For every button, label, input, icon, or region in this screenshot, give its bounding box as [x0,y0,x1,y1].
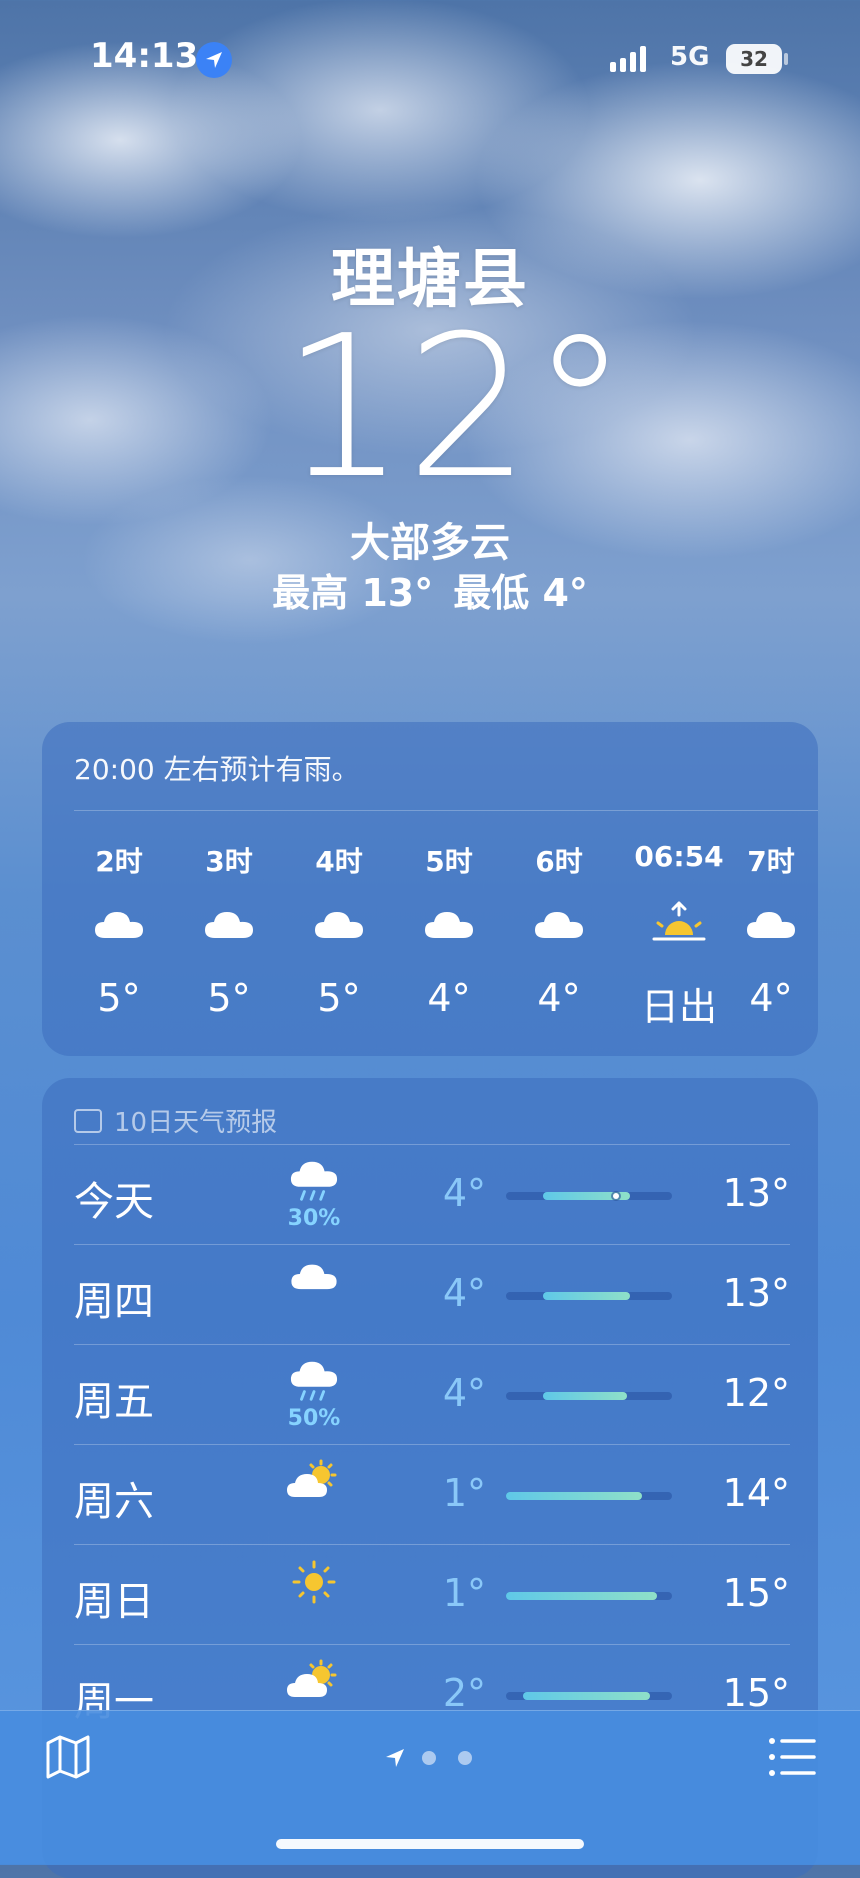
daily-row[interactable]: 今天 30% 4° 13° [74,1144,790,1245]
divider [74,810,818,811]
high-temp: 12° [722,1371,790,1415]
current-temp-dot [612,1193,619,1199]
hour-label: 6时 [535,845,583,878]
hour-temp: 4° [537,976,581,1020]
daily-title: 10日天气预报 [114,1108,278,1138]
daily-row[interactable]: 周五 50% 4° 12° [74,1344,790,1445]
daily-row[interactable]: 周六 1° 14° [74,1444,790,1545]
temp-range-fill [522,1692,651,1700]
page-dot [458,1751,472,1765]
hour-temp: 5° [317,976,361,1020]
temp-range-fill [542,1292,631,1300]
temp-range-bar [506,1292,672,1300]
cloud-icon [504,890,614,956]
low-temp: 4° [442,1271,486,1315]
temp-range-bar [506,1592,672,1600]
day-name: 周五 [74,1379,154,1425]
low-temp: 4° [442,1371,486,1415]
high-temp: 15° [722,1571,790,1615]
status-bar: 14:13 5G 32 [0,0,860,110]
map-icon[interactable] [44,1733,92,1781]
day-name: 周六 [74,1479,154,1525]
hour-label: 3时 [205,845,253,878]
temp-range-fill [506,1592,658,1600]
precipitation-chance: 50% [287,1406,341,1431]
temp-range-bar [506,1392,672,1400]
daily-row[interactable]: 周日 1° 15° [74,1544,790,1645]
hour-temp: 5° [207,976,251,1020]
day-name: 周四 [74,1279,154,1325]
hourly-note: 20:00 左右预计有雨。 [74,753,360,786]
daily-header: 10日天气预报 [74,1102,277,1139]
low-temp: 最低 4° [453,571,588,615]
hour-item: 6时 4° [504,840,614,1020]
hour-item: 3时 5° [174,840,284,1020]
rain-icon: 50% [264,1359,364,1433]
list-icon[interactable] [768,1735,816,1779]
hour-item: 7时 4° [724,840,818,1020]
low-temp: 4° [442,1171,486,1215]
cloud-icon [284,890,394,956]
page-dot [422,1751,436,1765]
home-indicator [276,1839,584,1849]
hour-label: 4时 [315,845,363,878]
low-temp: 1° [442,1571,486,1615]
hour-label: 7时 [747,845,795,878]
day-name: 周日 [74,1579,154,1625]
cloud-icon [264,1259,364,1333]
sun-icon [264,1559,364,1633]
high-low: 最高 13° 最低 4° [0,562,860,617]
battery-icon: 32 [726,44,782,74]
temp-range-fill [506,1492,643,1500]
high-temp: 最高 13° [272,571,434,615]
network-type: 5G [670,42,710,72]
weather-condition: 大部多云 [350,520,510,566]
signal-icon [610,44,650,72]
battery-cap [784,53,788,65]
partly-sunny-icon [264,1459,364,1533]
hour-label: 2时 [95,845,143,878]
hour-temp: 4° [427,976,471,1020]
location-nav-icon [384,1747,406,1769]
cloud-icon [174,890,284,956]
high-temp: 15° [722,1671,790,1715]
temp-range-fill [542,1392,628,1400]
daily-row[interactable]: 周四 4° 13° [74,1244,790,1345]
page-indicator[interactable] [384,1747,494,1769]
status-time: 14:13 [90,36,199,76]
cloud-icon [394,890,504,956]
current-temperature: 12° [281,294,629,522]
hour-temp: 5° [97,976,141,1020]
hour-item: 4时 5° [284,840,394,1020]
high-temp: 14° [722,1471,790,1515]
cloud-icon [724,890,818,956]
hour-item: 5时 4° [394,840,504,1020]
rain-icon: 30% [264,1159,364,1233]
precipitation-chance: 30% [287,1206,341,1231]
hour-temp: 4° [749,976,793,1020]
location-arrow-icon [196,42,232,78]
temp-range-bar [506,1492,672,1500]
day-name: 今天 [74,1179,154,1225]
high-temp: 13° [722,1271,790,1315]
low-temp: 2° [442,1671,486,1715]
temp-range-bar [506,1692,672,1700]
calendar-icon [74,1108,102,1133]
cloud-icon [64,890,174,956]
hourly-forecast-card[interactable]: 20:00 左右预计有雨。 2时 5° 3时 5° 4时 5° 5时 4° 6时… [42,722,818,1056]
bottom-toolbar [0,1710,860,1865]
temp-range-bar [506,1192,672,1200]
hour-item: 2时 5° [64,840,174,1020]
low-temp: 1° [442,1471,486,1515]
hour-label: 5时 [425,845,473,878]
high-temp: 13° [722,1171,790,1215]
